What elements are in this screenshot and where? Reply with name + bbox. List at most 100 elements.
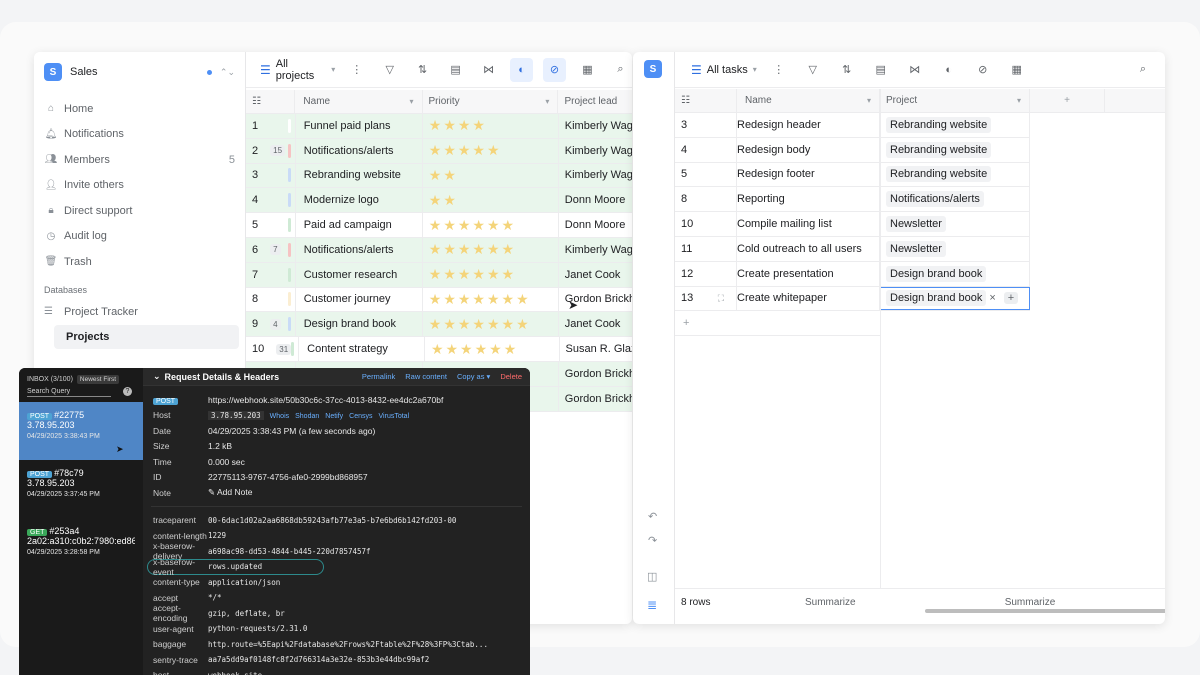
cell-name[interactable]: Paid ad campaign <box>296 213 423 237</box>
table-row[interactable]: 5 Paid ad campaign ★★★★★★ Donn Moore <box>246 213 632 238</box>
comment-count-badge[interactable]: 7 <box>270 244 281 256</box>
sidebar-item-projects-table[interactable]: Projects <box>54 324 239 349</box>
search-icon[interactable]: ⌕ <box>609 58 632 82</box>
workspace-avatar[interactable]: S <box>644 60 662 78</box>
project-chip[interactable]: Rebranding website <box>886 141 992 158</box>
sidebar-item[interactable]: 👤︎ Invite others <box>44 173 235 199</box>
grid-icon[interactable]: ▦ <box>1005 58 1029 82</box>
host-link[interactable]: Whois <box>270 413 289 420</box>
share-icon[interactable]: ⋈ <box>477 58 500 82</box>
cell-project[interactable]: Newsletter <box>880 236 1030 261</box>
row-height-icon[interactable]: ▤ <box>444 58 467 82</box>
cell-project[interactable]: Design brand book × + <box>880 286 1030 311</box>
project-chip[interactable]: Rebranding website <box>886 166 992 183</box>
table-row[interactable]: 11 Cold outreach to all users Newsletter <box>675 236 1030 262</box>
summarize-name[interactable]: Summarize <box>805 597 955 608</box>
cell-name[interactable]: Compile mailing list <box>737 212 880 236</box>
sort-icon[interactable]: ⇅ <box>411 58 434 82</box>
chevron-down-icon[interactable]: ▾ <box>410 97 414 106</box>
project-chip[interactable]: Rebranding website <box>886 116 992 133</box>
sidebar-item-database[interactable]: ☰ Project Tracker <box>34 299 245 325</box>
request-url[interactable]: https://webhook.site/50b30c6c-37cc-4013-… <box>208 395 443 405</box>
request-item[interactable]: POST #78c79 3.78.95.203 04/29/2025 3:37:45 … <box>19 460 143 518</box>
sidebar-item[interactable]: 🔒︎ Direct support <box>44 198 235 224</box>
cell-priority[interactable]: ★★ <box>423 188 559 213</box>
project-chip[interactable]: Newsletter <box>886 216 946 233</box>
table-row[interactable]: 13 ⛶ Create whitepaper Design brand book × + <box>675 286 1030 312</box>
cell-name[interactable]: Cold outreach to all users <box>737 236 880 261</box>
host-link[interactable]: Shodan <box>295 413 319 420</box>
view-selector[interactable]: ☰ All tasks ▾ <box>691 63 757 77</box>
host-link[interactable]: VirusTotal <box>379 413 410 420</box>
table-row[interactable]: 3 Rebranding website ★★ Kimberly Wagner <box>246 163 632 189</box>
cell-project[interactable]: Rebranding website <box>880 162 1030 187</box>
table-row[interactable]: 2 15 Notifications/alerts ★★★★★ Kimberly Wag… <box>246 138 632 164</box>
detail-link-3[interactable]: Delete <box>500 372 522 381</box>
collapse-chevron-icon[interactable]: ⌄ <box>153 371 161 382</box>
table-row[interactable]: 3 Redesign header Rebranding website <box>675 113 1030 138</box>
cell-priority[interactable]: ★★★★ <box>423 114 559 138</box>
comment-count-badge[interactable]: 31 <box>276 343 292 355</box>
host-link[interactable]: Censys <box>349 413 372 420</box>
table-row[interactable]: 5 Redesign footer Rebranding website <box>675 162 1030 188</box>
column-header-name[interactable]: Name ▾ <box>737 89 880 112</box>
more-icon[interactable]: ⋮ <box>345 58 368 82</box>
sidebar-item[interactable]: 🔔︎ Notifications <box>44 122 235 148</box>
cell-name[interactable]: Create presentation <box>737 261 880 286</box>
cell-lead[interactable]: Kimberly Wagner <box>559 238 632 262</box>
column-header-priority[interactable]: Priority ▾ <box>423 90 559 113</box>
table-row[interactable]: 4 Modernize logo ★★ Donn Moore <box>246 188 632 214</box>
request-item[interactable]: GET #253a4 2a02:a310:c0b2:7980:ed86: 04/29/… <box>19 518 143 576</box>
cell-name[interactable]: Redesign footer <box>737 162 880 187</box>
sidebar-item[interactable]: ⌂ Home <box>44 96 235 122</box>
cell-lead[interactable]: Kimberly Wagner <box>559 114 632 138</box>
more-icon[interactable]: ⋮ <box>767 58 791 82</box>
cell-lead[interactable]: Donn Moore <box>559 188 632 212</box>
cell-name[interactable]: Reporting <box>737 187 880 212</box>
column-header-lead[interactable]: Project lead <box>558 90 632 113</box>
search-icon[interactable]: ⌕ <box>1131 58 1155 82</box>
chevron-down-icon[interactable]: ▾ <box>1017 96 1021 105</box>
cell-project[interactable]: Design brand book <box>880 261 1030 286</box>
column-header-project[interactable]: Project ▾ <box>880 89 1030 112</box>
add-column-button[interactable]: + <box>1030 89 1105 112</box>
comment-count-badge[interactable]: 15 <box>270 145 286 157</box>
cell-name[interactable]: Notifications/alerts <box>296 138 423 163</box>
table-row[interactable]: 6 7 Notifications/alerts ★★★★★★ Kimberly Wag… <box>246 237 632 263</box>
cell-lead[interactable]: Gordon Brickhouse <box>559 362 632 386</box>
sidebar-item[interactable]: 👥︎ Members 5 <box>44 147 235 173</box>
cell-project[interactable]: Rebranding website <box>880 137 1030 162</box>
detail-link-1[interactable]: Raw content <box>405 372 447 381</box>
cell-name[interactable]: Modernize logo <box>296 188 423 213</box>
cell-lead[interactable]: Janet Cook <box>559 263 632 287</box>
summarize-project[interactable]: Summarize <box>955 597 1105 608</box>
table-row[interactable]: 12 Create presentation Design brand book <box>675 261 1030 287</box>
redo-icon[interactable]: ↷ <box>648 534 657 547</box>
detail-link-2[interactable]: Copy as ▾ <box>457 372 490 381</box>
collapse-sidebar-icon[interactable]: ◫ <box>647 570 657 583</box>
cell-name[interactable]: Rebranding website <box>296 163 423 188</box>
undo-icon[interactable]: ↶ <box>648 510 657 523</box>
cell-priority[interactable]: ★★★★★ <box>423 138 559 163</box>
color-icon[interactable]: ◐ <box>510 57 534 82</box>
add-link-button[interactable]: + <box>1003 292 1019 305</box>
add-note-button[interactable]: ✎ Add Note <box>208 487 252 498</box>
cell-lead[interactable]: Gordon Brickhouse <box>559 387 632 411</box>
cell-lead[interactable]: Donn Moore <box>559 213 632 237</box>
project-chip[interactable]: Notifications/alerts <box>886 191 984 208</box>
chevron-updown-icon[interactable]: ⌃⌄ <box>220 67 235 78</box>
add-row[interactable]: + <box>675 311 880 337</box>
cell-priority[interactable]: ★★ <box>423 163 559 188</box>
cell-priority[interactable]: ★★★★★★ <box>423 262 559 287</box>
table-row[interactable]: 9 4 Design brand book ★★★★★★★ Janet Cook <box>246 312 632 338</box>
cell-name[interactable]: Funnel paid plans <box>296 114 423 138</box>
cell-lead[interactable]: Janet Cook <box>559 312 632 336</box>
cell-name[interactable]: Customer research <box>296 262 423 287</box>
view-selector[interactable]: ☰ All projects ▾ <box>260 58 335 82</box>
column-header-name[interactable]: Name ▾ <box>295 90 423 113</box>
table-row[interactable]: 8 Reporting Notifications/alerts <box>675 187 1030 213</box>
table-row[interactable]: 10 31 Content strategy ★★★★★★ Susan R. Glaze… <box>246 337 632 362</box>
row-height-icon[interactable]: ▤ <box>869 58 893 82</box>
cell-name[interactable]: Create whitepaper <box>737 286 880 311</box>
cell-name[interactable]: Design brand book <box>296 312 423 337</box>
